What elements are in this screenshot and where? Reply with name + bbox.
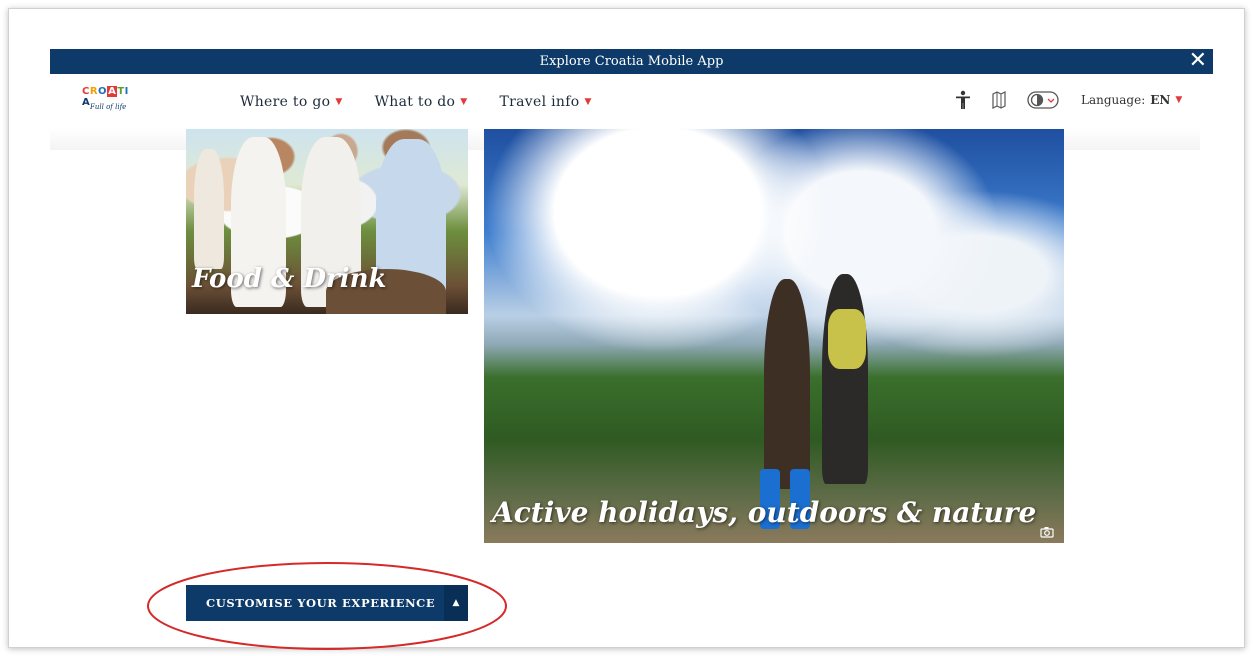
tile-active-holidays[interactable]: Active holidays, outdoors & nature xyxy=(484,129,1064,543)
caret-up-icon[interactable]: ▲ xyxy=(444,585,468,621)
nav-where-to-go[interactable]: Where to go ▼ xyxy=(240,94,343,110)
app-banner-text[interactable]: Explore Croatia Mobile App xyxy=(540,54,724,69)
chevron-down-icon: ▼ xyxy=(460,97,468,107)
close-icon[interactable]: ✕ xyxy=(1189,47,1207,75)
camera-icon[interactable] xyxy=(1040,523,1054,538)
nav-label: Where to go xyxy=(240,94,331,110)
language-value: EN xyxy=(1150,93,1171,107)
hiker-image xyxy=(764,279,810,489)
chevron-down-icon: ▼ xyxy=(1175,95,1183,105)
nav-label: Travel info xyxy=(499,94,580,110)
nav-travel-info[interactable]: Travel info ▼ xyxy=(500,94,592,110)
tile-food-and-drink[interactable]: Food & Drink xyxy=(186,129,468,314)
customise-label: CUSTOMISE YOUR EXPERIENCE xyxy=(206,596,436,610)
hiker-jacket-image xyxy=(828,309,866,369)
primary-menu: Where to go ▼ What to do ▼ Travel info ▼ xyxy=(240,94,624,110)
language-selector[interactable]: Language: EN ▼ xyxy=(1081,93,1182,107)
chevron-down-icon: ▼ xyxy=(335,97,343,107)
accessibility-icon[interactable] xyxy=(955,90,971,110)
tile-label: Food & Drink xyxy=(192,264,387,294)
contrast-toggle-icon[interactable] xyxy=(1027,90,1059,110)
chevron-down-icon: ▼ xyxy=(584,97,592,107)
customise-experience-button[interactable]: CUSTOMISE YOUR EXPERIENCE ▲ xyxy=(186,585,468,621)
map-icon[interactable] xyxy=(991,91,1007,109)
app-promo-banner[interactable]: Explore Croatia Mobile App ✕ xyxy=(50,47,1213,75)
nav-label: What to do xyxy=(374,94,456,110)
tile-label: Active holidays, outdoors & nature xyxy=(492,496,1037,529)
croatia-logo[interactable]: CROATIA Full of life xyxy=(80,82,136,122)
language-label: Language: xyxy=(1081,93,1146,107)
utility-tools: Language: EN ▼ xyxy=(955,90,1182,110)
people-image xyxy=(194,149,224,269)
nav-what-to-do[interactable]: What to do ▼ xyxy=(375,94,468,110)
hiker-image xyxy=(822,274,868,484)
logo-tagline: Full of life xyxy=(90,103,127,111)
